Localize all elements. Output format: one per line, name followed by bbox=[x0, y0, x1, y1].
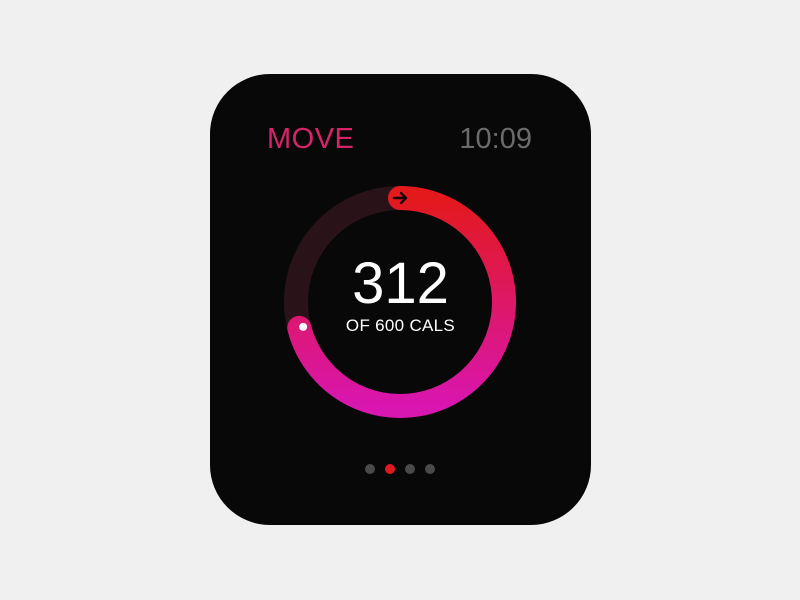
page-indicator bbox=[365, 464, 435, 474]
clock-time: 10:09 bbox=[459, 123, 532, 155]
watch-screen: MOVE 10:09 312 OF 600 CALS bbox=[210, 74, 591, 525]
app-title: MOVE bbox=[267, 123, 355, 155]
calories-value: 312 bbox=[352, 251, 449, 316]
page-dot-4[interactable] bbox=[425, 464, 435, 474]
page-dot-2[interactable] bbox=[385, 464, 395, 474]
page-dot-1[interactable] bbox=[365, 464, 375, 474]
page-dot-3[interactable] bbox=[405, 464, 415, 474]
calories-goal-caption: OF 600 CALS bbox=[345, 316, 456, 335]
